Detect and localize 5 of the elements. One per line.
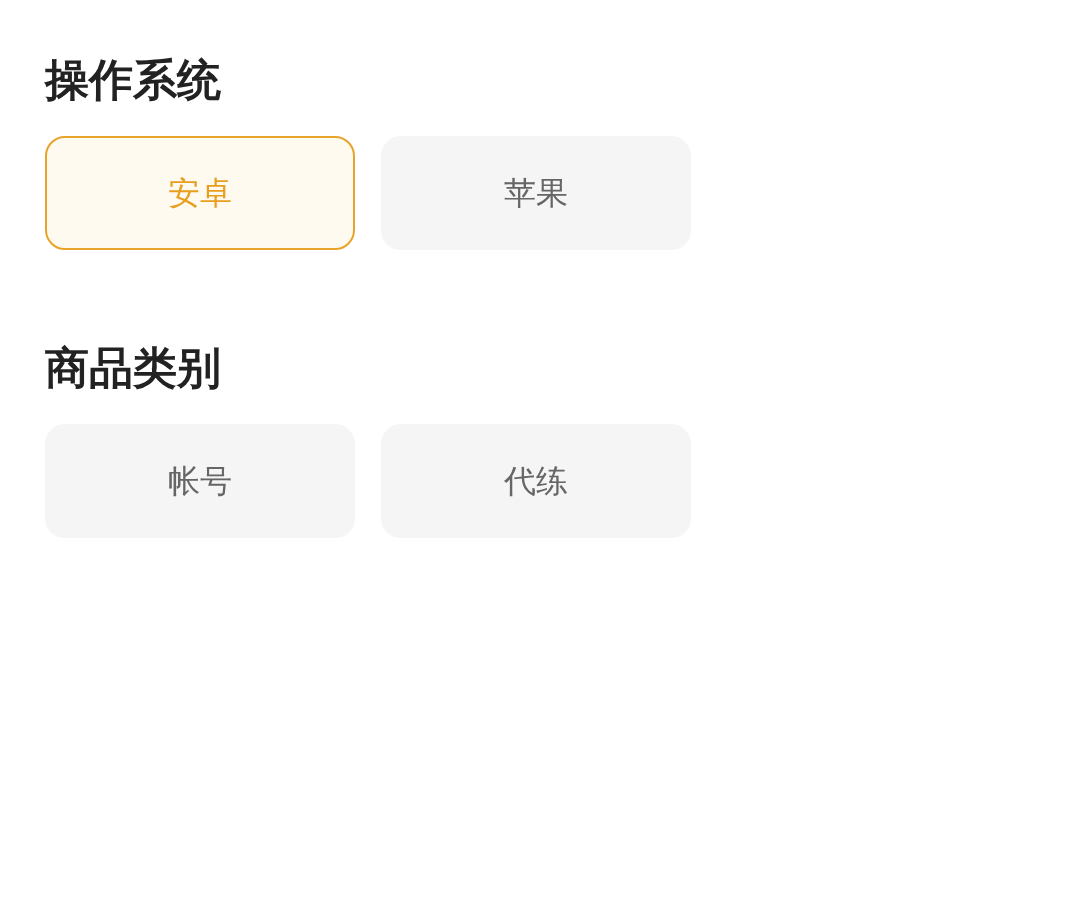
option-button[interactable]: 苹果 [381,136,691,250]
option-button[interactable]: 帐号 [45,424,355,538]
option-button[interactable]: 代练 [381,424,691,538]
section-title: 商品类别 [45,341,221,395]
section-title: 操作系统 [45,53,221,107]
